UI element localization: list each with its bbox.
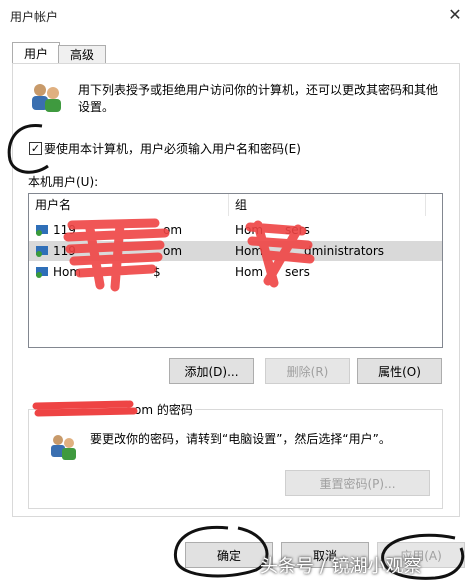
user-icon xyxy=(36,225,48,236)
circle-annotation xyxy=(7,124,49,174)
require-login-label: 要使用本计算机，用户必须输入用户名和密码(E) xyxy=(44,142,301,156)
redaction-scribble xyxy=(245,220,315,288)
properties-button[interactable]: 属性(O) xyxy=(357,358,442,384)
users-description: 用下列表授予或拒绝用户访问你的计算机，还可以更改其密码和其他设置。 xyxy=(78,83,439,114)
column-header-group[interactable]: 组 xyxy=(229,194,426,216)
add-user-button[interactable]: 添加(D)... xyxy=(169,358,254,384)
local-users-label: 本机用户(U): xyxy=(28,175,99,189)
title-bar: 用户帐户 ✕ xyxy=(0,0,470,32)
close-icon[interactable]: ✕ xyxy=(444,4,466,26)
password-instructions: 要更改你的密码，请转到“电脑设置”，然后选择“用户”。 xyxy=(90,432,391,446)
watermark-text: 头条号 / 镜湖小观察 xyxy=(260,556,422,577)
window-title: 用户帐户 xyxy=(10,10,59,24)
tab-users[interactable]: 用户 xyxy=(12,42,60,65)
redaction-scribble xyxy=(63,218,170,292)
tab-advanced[interactable]: 高级 xyxy=(58,45,106,65)
redaction-scribble xyxy=(32,400,138,417)
password-group-title: om 的密码 xyxy=(134,403,193,417)
column-header-username[interactable]: 用户名 xyxy=(29,194,229,216)
users-icon xyxy=(51,435,76,460)
user-icon xyxy=(36,246,48,257)
users-icon xyxy=(32,84,61,112)
user-icon xyxy=(36,267,48,278)
remove-user-button[interactable]: 删除(R) xyxy=(265,358,350,384)
reset-password-button[interactable]: 重置密码(P)... xyxy=(285,470,430,496)
